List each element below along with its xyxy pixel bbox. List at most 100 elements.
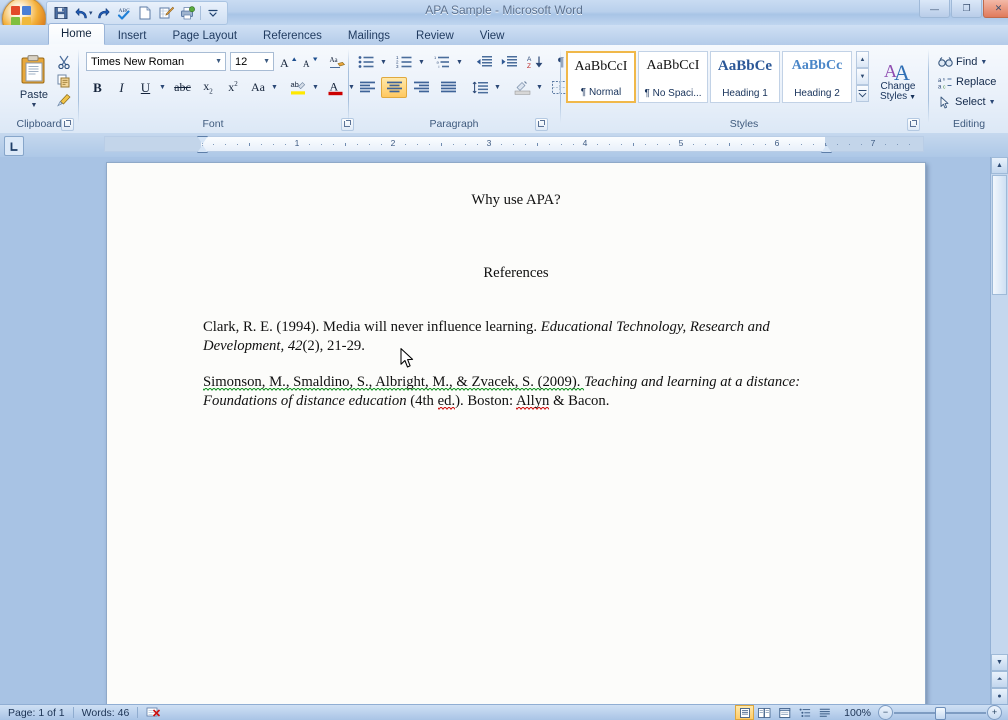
- undo-icon[interactable]: [71, 4, 92, 23]
- zoom-slider-thumb[interactable]: [935, 707, 946, 720]
- align-left-icon[interactable]: [354, 77, 380, 98]
- text-highlight-dropdown-arrow-icon[interactable]: ▼: [310, 77, 321, 98]
- font-name-combobox[interactable]: Times New Roman ▼: [86, 52, 226, 71]
- tab-mailings-label: Mailings: [348, 30, 390, 42]
- font-size-combobox[interactable]: 12 ▼: [230, 52, 274, 71]
- tab-references[interactable]: References: [250, 25, 335, 45]
- multilevel-list-icon[interactable]: 1 a i: [430, 52, 454, 72]
- tab-mailings[interactable]: Mailings: [335, 25, 403, 45]
- paste-button[interactable]: Paste ▼: [10, 51, 58, 111]
- format-painter-icon[interactable]: [54, 91, 74, 109]
- paragraph-dialog-launcher[interactable]: [535, 118, 548, 131]
- document-page[interactable]: Why use APA? References Clark, R. E. (19…: [106, 162, 926, 705]
- styles-scroll-down-button[interactable]: ▼: [856, 68, 869, 85]
- tab-page-layout[interactable]: Page Layout: [159, 25, 250, 45]
- align-center-icon[interactable]: [381, 77, 407, 98]
- text-highlight-icon[interactable]: ab: [286, 77, 310, 98]
- ruler-tick: [849, 144, 850, 145]
- customize-quick-access-toolbar-icon[interactable]: [203, 4, 224, 23]
- shading-icon[interactable]: [510, 77, 534, 98]
- shrink-font-icon[interactable]: A: [300, 52, 321, 71]
- zoom-level[interactable]: 100%: [844, 705, 877, 720]
- scroll-down-button[interactable]: ▼: [991, 654, 1008, 671]
- sort-icon[interactable]: A Z: [523, 52, 547, 72]
- redo-icon[interactable]: [93, 4, 114, 23]
- zoom-slider[interactable]: [894, 706, 986, 719]
- numbering-dropdown-arrow-icon[interactable]: ▼: [416, 52, 427, 72]
- find-dropdown-arrow-icon[interactable]: ▼: [980, 59, 987, 66]
- find-button[interactable]: Find ▼: [934, 52, 991, 72]
- style-heading-2[interactable]: AaBbCc Heading 2: [782, 51, 852, 103]
- group-label-font: Font: [80, 118, 346, 130]
- multilevel-list-dropdown-arrow-icon[interactable]: ▼: [454, 52, 465, 72]
- grow-font-icon[interactable]: A: [278, 52, 299, 71]
- maximize-button[interactable]: ❐: [951, 0, 982, 18]
- tab-insert[interactable]: Insert: [105, 25, 160, 45]
- strikethrough-icon[interactable]: abc: [170, 77, 195, 98]
- previous-page-button[interactable]: ⏶: [991, 671, 1008, 688]
- minimize-button[interactable]: —: [919, 0, 950, 18]
- bold-icon[interactable]: B: [86, 77, 109, 98]
- styles-scroll-up-button[interactable]: ▲: [856, 51, 869, 68]
- style-heading-1[interactable]: AaBbCе Heading 1: [710, 51, 780, 103]
- tab-stop-selector[interactable]: [4, 136, 24, 156]
- full-screen-reading-view-button[interactable]: [755, 705, 774, 720]
- numbering-icon[interactable]: 1 2 3: [392, 52, 416, 72]
- superscript-icon[interactable]: x2: [221, 77, 245, 98]
- save-icon[interactable]: [50, 4, 71, 23]
- align-right-icon[interactable]: [408, 77, 434, 98]
- decrease-indent-icon[interactable]: [472, 52, 496, 72]
- scroll-up-button[interactable]: ▲: [991, 157, 1008, 174]
- web-layout-view-button[interactable]: [775, 705, 794, 720]
- edit-document-icon[interactable]: [156, 4, 177, 23]
- font-color-icon[interactable]: A: [323, 77, 347, 98]
- underline-icon[interactable]: U: [134, 77, 157, 98]
- change-case-dropdown-arrow-icon[interactable]: ▼: [269, 77, 280, 98]
- subscript-icon[interactable]: x2: [196, 77, 220, 98]
- clear-formatting-icon[interactable]: Aa: [326, 51, 349, 72]
- scrollbar-thumb[interactable]: [992, 175, 1007, 295]
- print-layout-view-button[interactable]: [735, 705, 754, 720]
- replace-button[interactable]: a b a c Replace: [934, 72, 1000, 92]
- horizontal-ruler[interactable]: 1234567: [104, 136, 924, 152]
- document-canvas[interactable]: Why use APA? References Clark, R. E. (19…: [0, 157, 1008, 705]
- clipboard-dialog-launcher[interactable]: [61, 118, 74, 131]
- draft-view-button[interactable]: [815, 705, 834, 720]
- tab-view[interactable]: View: [467, 25, 518, 45]
- change-case-icon[interactable]: Aa: [246, 77, 270, 98]
- style-normal[interactable]: AaBbCcI ¶ Normal: [566, 51, 636, 103]
- select-dropdown-arrow-icon[interactable]: ▼: [989, 99, 996, 106]
- select-button[interactable]: Select ▼: [934, 92, 1000, 112]
- zoom-in-button[interactable]: +: [987, 705, 1002, 720]
- shading-dropdown-arrow-icon[interactable]: ▼: [534, 77, 545, 98]
- increase-indent-icon[interactable]: [497, 52, 521, 72]
- line-spacing-icon[interactable]: [468, 77, 492, 98]
- font-size-dropdown-arrow-icon[interactable]: ▼: [263, 58, 270, 65]
- close-button[interactable]: ✕: [983, 0, 1008, 18]
- bullets-dropdown-arrow-icon[interactable]: ▼: [378, 52, 389, 72]
- spelling-icon[interactable]: ABC: [114, 4, 135, 23]
- outline-view-button[interactable]: [795, 705, 814, 720]
- zoom-out-button[interactable]: −: [878, 705, 893, 720]
- tab-home[interactable]: Home: [48, 23, 105, 45]
- line-spacing-dropdown-arrow-icon[interactable]: ▼: [492, 77, 503, 98]
- styles-more-button[interactable]: [856, 85, 869, 102]
- change-styles-button[interactable]: A A Change Styles ▼: [874, 49, 922, 111]
- styles-dialog-launcher[interactable]: [907, 118, 920, 131]
- font-name-dropdown-arrow-icon[interactable]: ▼: [215, 58, 222, 65]
- underline-dropdown-arrow-icon[interactable]: ▼: [157, 77, 168, 98]
- print-preview-icon[interactable]: [177, 4, 198, 23]
- new-document-icon[interactable]: [135, 4, 156, 23]
- italic-icon[interactable]: I: [110, 77, 133, 98]
- select-browse-object-button[interactable]: ●: [991, 688, 1008, 705]
- vertical-scrollbar[interactable]: ▲ ▼ ⏶ ●: [990, 157, 1008, 705]
- page-indicator[interactable]: Page: 1 of 1: [0, 705, 73, 720]
- cut-icon[interactable]: [54, 53, 74, 71]
- style-no-spacing[interactable]: AaBbCcI ¶ No Spaci...: [638, 51, 708, 103]
- word-count[interactable]: Words: 46: [74, 705, 138, 720]
- justify-icon[interactable]: [435, 77, 461, 98]
- tab-review[interactable]: Review: [403, 25, 467, 45]
- proofing-errors-icon[interactable]: [138, 705, 169, 720]
- bullets-icon[interactable]: [354, 52, 378, 72]
- copy-icon[interactable]: [54, 72, 74, 90]
